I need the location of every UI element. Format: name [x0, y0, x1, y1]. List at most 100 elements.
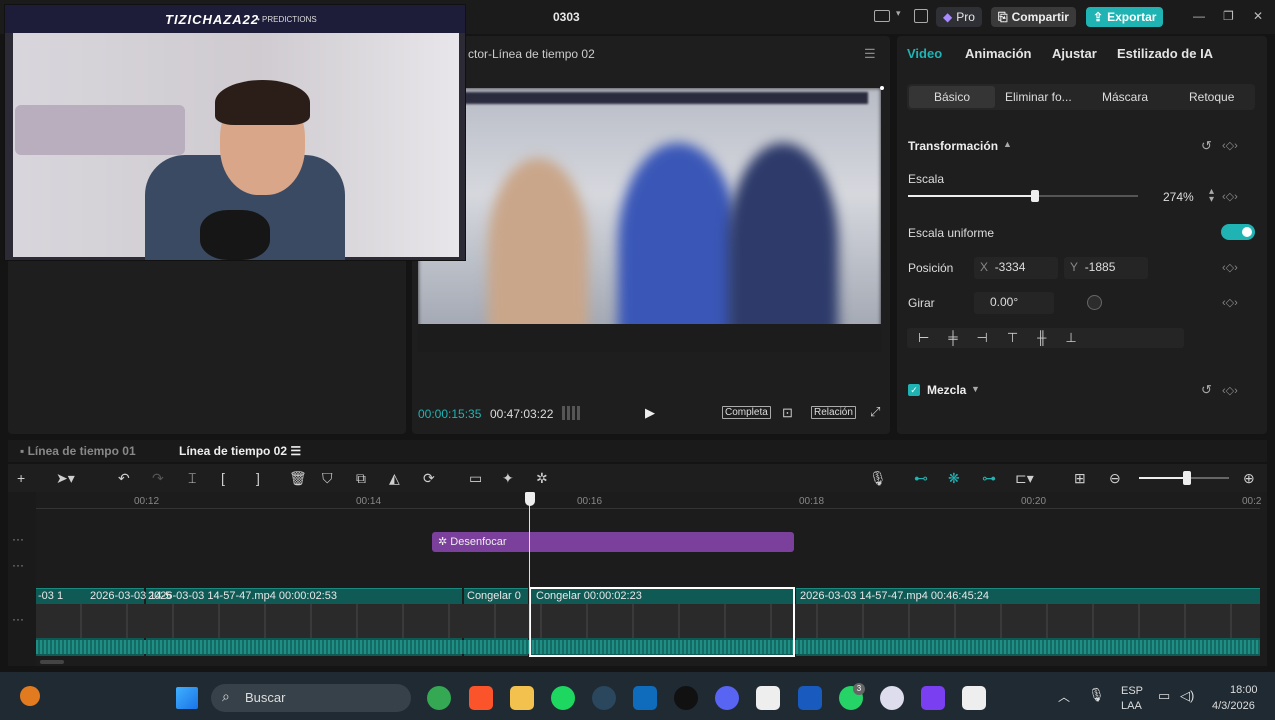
- rotate-field[interactable]: 0.00°: [974, 292, 1054, 314]
- playhead-line[interactable]: [529, 496, 530, 656]
- collapse-icon[interactable]: ▲: [1003, 139, 1012, 149]
- grid-icon[interactable]: [562, 406, 580, 420]
- volume-icon[interactable]: ◁): [1180, 688, 1194, 704]
- align-icons[interactable]: ⊢╪⊣⊤╫⊥: [918, 330, 1096, 346]
- blend-heading[interactable]: Mezcla: [927, 383, 966, 397]
- minimize-button[interactable]: —: [1193, 9, 1205, 23]
- subtab-basic[interactable]: Básico: [934, 90, 970, 104]
- delete-icon[interactable]: 🗑: [289, 470, 307, 487]
- tab-timeline-01[interactable]: ▪ Línea de tiempo 01: [20, 444, 136, 458]
- rotate-icon[interactable]: ⟳: [423, 470, 435, 487]
- video-preview[interactable]: [418, 88, 881, 352]
- capcut-icon[interactable]: [756, 686, 780, 710]
- tab-ai-style[interactable]: Estilizado de IA: [1117, 46, 1213, 61]
- crop-icon[interactable]: ⧉: [356, 470, 366, 487]
- menu-icon[interactable]: ☰: [864, 46, 876, 62]
- scale-value[interactable]: 274%: [1163, 190, 1194, 204]
- discord-icon[interactable]: [715, 686, 739, 710]
- position-x-field[interactable]: X -3334: [974, 257, 1058, 279]
- position-y-field[interactable]: Y -1885: [1064, 257, 1148, 279]
- close-button[interactable]: ✕: [1253, 9, 1263, 23]
- fit-icon[interactable]: ⊞: [1074, 470, 1086, 487]
- add-track-icon[interactable]: +: [17, 470, 25, 486]
- tray-microphone-icon[interactable]: 🎙: [1088, 687, 1105, 703]
- keyboard-layout-label[interactable]: LAA: [1121, 700, 1142, 712]
- weather-icon[interactable]: [20, 686, 40, 706]
- fullscreen-icon[interactable]: ⤢: [870, 404, 880, 420]
- redo-icon[interactable]: ↷: [152, 470, 164, 487]
- marker-icon[interactable]: ⛉: [322, 470, 333, 487]
- play-icon[interactable]: ▶: [645, 405, 655, 421]
- tray-chevron-icon[interactable]: ︿: [1058, 688, 1070, 705]
- spotify-icon[interactable]: [551, 686, 575, 710]
- folder-icon[interactable]: [510, 686, 534, 710]
- transform-heading[interactable]: Transformación: [908, 139, 998, 153]
- mirror-icon[interactable]: ◭: [389, 470, 400, 487]
- tab-adjust[interactable]: Ajustar: [1052, 46, 1097, 61]
- zoom-slider-handle[interactable]: [1183, 471, 1191, 485]
- tab-animation[interactable]: Animación: [965, 46, 1031, 61]
- share-button[interactable]: ⎘ Compartir: [991, 7, 1076, 27]
- zoom-in-icon[interactable]: ⊕: [1243, 470, 1255, 487]
- rotate-keyframe-icon[interactable]: ‹◇›: [1222, 296, 1238, 309]
- chain-icon[interactable]: ⊶: [982, 470, 996, 487]
- maximize-button[interactable]: ❐: [1223, 9, 1234, 23]
- steam-icon[interactable]: [592, 686, 616, 710]
- word-icon[interactable]: [798, 686, 822, 710]
- blend-checkbox[interactable]: ✓: [908, 384, 920, 396]
- trim-left-icon[interactable]: [: [221, 470, 225, 486]
- clock-time[interactable]: 18:00: [1230, 684, 1258, 696]
- layout-chevron-icon[interactable]: ▾: [896, 8, 901, 19]
- captions-icon[interactable]: ▭: [469, 470, 482, 487]
- playhead-handle[interactable]: [525, 492, 535, 506]
- track-menu-icon[interactable]: ···: [12, 612, 24, 626]
- snap-icon[interactable]: ❋: [948, 470, 960, 487]
- language-label[interactable]: ESP: [1121, 685, 1143, 697]
- store-icon[interactable]: [633, 686, 657, 710]
- snapshot-icon[interactable]: ⊡: [782, 405, 793, 421]
- rotate-dial-icon[interactable]: [1087, 295, 1102, 310]
- track-menu-icon[interactable]: ···: [12, 532, 24, 546]
- blend-reset-icon[interactable]: ↺: [1201, 382, 1212, 398]
- zoom-out-icon[interactable]: ⊖: [1109, 470, 1121, 487]
- tab-timeline-02[interactable]: Línea de tiempo 02 ☰: [179, 444, 301, 458]
- obs-icon[interactable]: [880, 686, 904, 710]
- tiktok-icon[interactable]: [674, 686, 698, 710]
- app-grid-icon[interactable]: [921, 686, 945, 710]
- scale-slider-handle[interactable]: [1030, 190, 1039, 202]
- clock-date[interactable]: 4/3/2026: [1212, 700, 1255, 712]
- panel-icon[interactable]: [914, 9, 928, 23]
- keyframe-icon[interactable]: ‹◇›: [1222, 139, 1238, 152]
- tab-video[interactable]: Video: [907, 46, 942, 61]
- select-tool-icon[interactable]: ➤▾: [56, 470, 75, 487]
- crop-handle[interactable]: [880, 86, 884, 90]
- scale-keyframe-icon[interactable]: ‹◇›: [1222, 190, 1238, 203]
- timeline-scrollbar[interactable]: [40, 660, 64, 664]
- position-keyframe-icon[interactable]: ‹◇›: [1222, 261, 1238, 274]
- preview-axis-icon[interactable]: ⊏▾: [1015, 470, 1034, 487]
- scale-stepper-icon[interactable]: ▴ ▾: [1209, 187, 1214, 205]
- subtab-remove-bg[interactable]: Eliminar fo...: [1005, 90, 1072, 104]
- blend-keyframe-icon[interactable]: ‹◇›: [1222, 384, 1238, 397]
- network-icon[interactable]: ▭: [1158, 688, 1170, 704]
- split-icon[interactable]: ⌶: [188, 470, 196, 487]
- windows-start-icon[interactable]: [176, 687, 198, 709]
- link-icon[interactable]: ⊷: [914, 470, 928, 487]
- pro-button[interactable]: ◆ Pro: [936, 7, 982, 27]
- brave-icon[interactable]: [469, 686, 493, 710]
- undo-icon[interactable]: ↶: [118, 470, 130, 487]
- search-box[interactable]: [211, 684, 411, 712]
- layout-icon[interactable]: [874, 10, 890, 22]
- microphone-icon[interactable]: 🎙: [869, 470, 887, 487]
- track-menu-icon[interactable]: ···: [12, 558, 24, 572]
- subtab-retouch[interactable]: Retoque: [1189, 90, 1234, 104]
- magic-icon[interactable]: ✦: [502, 470, 514, 487]
- blend-chevron-icon[interactable]: ▼: [971, 384, 980, 394]
- capcut-active-icon[interactable]: [962, 686, 986, 710]
- ratio-button[interactable]: Relación: [811, 406, 856, 419]
- export-button[interactable]: ⇪ Exportar: [1086, 7, 1164, 27]
- chrome-icon[interactable]: [427, 686, 451, 710]
- ai-person-icon[interactable]: ✲: [536, 470, 548, 487]
- selected-clip-outline[interactable]: [529, 587, 795, 657]
- subtab-mask[interactable]: Máscara: [1102, 90, 1148, 104]
